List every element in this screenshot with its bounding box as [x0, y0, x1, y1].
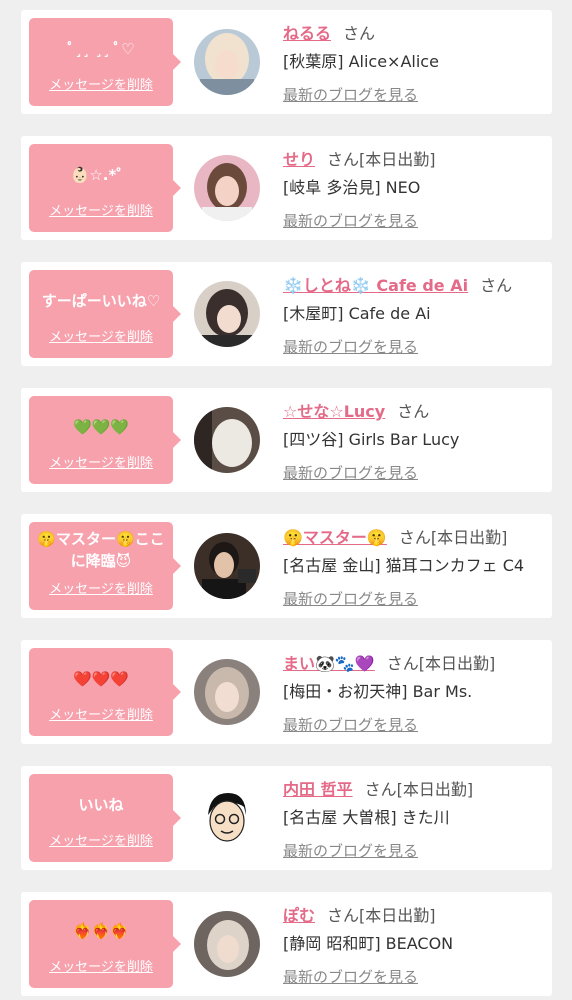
list-item: ❤️❤️❤️ メッセージを削除 まい🐼🐾💜 さん[本日出勤] [梅田・お初天神] … — [21, 640, 552, 744]
latest-blog-link[interactable]: 最新のブログを見る — [283, 966, 418, 987]
list-item: 🤫マスター🤫ここに降臨😈 メッセージを削除 🤫マスター🤫 さん[本日出勤] [名古… — [21, 514, 552, 618]
cast-name-link[interactable]: 内田 哲平 — [283, 780, 353, 799]
cast-name-link[interactable]: せり — [283, 150, 315, 169]
avatar[interactable] — [194, 533, 260, 599]
status-text: [本日出勤] — [359, 150, 436, 169]
message-text: ﾟ¸¸ ¸¸ ﾟ♡ — [67, 40, 135, 58]
delete-message-link[interactable]: メッセージを削除 — [29, 326, 173, 345]
latest-blog-link[interactable]: 最新のブログを見る — [283, 462, 418, 483]
avatar[interactable] — [194, 911, 260, 977]
shop-text: [木屋町] Cafe de Ai — [283, 304, 431, 323]
latest-blog-link[interactable]: 最新のブログを見る — [283, 714, 418, 735]
shop-text: [名古屋 金山] 猫耳コンカフェ C4 — [283, 556, 525, 575]
status-text: [本日出勤] — [418, 654, 496, 673]
message-bubble: ❤️‍🔥❤️‍🔥❤️‍🔥 メッセージを削除 — [29, 900, 181, 988]
honorific: さん — [364, 780, 397, 799]
message-bubble: ❤️❤️❤️ メッセージを削除 — [29, 648, 181, 736]
message-bubble: 👶🏻☆.*゜ メッセージを削除 — [29, 144, 181, 232]
list-item: 💚💚💚 メッセージを削除 ☆せな☆Lucy さん [四ツ谷] Girls Bar … — [21, 388, 552, 492]
honorific: さん — [397, 402, 430, 421]
avatar[interactable] — [194, 155, 260, 221]
message-text: すーぱーいいね♡ — [41, 292, 161, 310]
cast-name-link[interactable]: 🤫マスター🤫 — [283, 528, 387, 547]
message-bubble: ﾟ¸¸ ¸¸ ﾟ♡ メッセージを削除 — [29, 18, 181, 106]
shop-text: [四ツ谷] Girls Bar Lucy — [283, 430, 460, 449]
cast-name-link[interactable]: ❄️しとね❄️ Cafe de Ai — [283, 276, 468, 295]
message-bubble: すーぱーいいね♡ メッセージを削除 — [29, 270, 181, 358]
cast-name-link[interactable]: まい🐼🐾💜 — [283, 654, 375, 673]
shop-text: [名古屋 大曽根] きた川 — [283, 808, 450, 827]
delete-message-link[interactable]: メッセージを削除 — [29, 452, 173, 471]
honorific: さん — [343, 24, 376, 43]
delete-message-link[interactable]: メッセージを削除 — [29, 830, 173, 849]
message-text: 💚💚💚 — [72, 418, 130, 436]
latest-blog-link[interactable]: 最新のブログを見る — [283, 336, 418, 357]
message-text: ❤️❤️❤️ — [72, 670, 130, 688]
honorific: さん — [386, 654, 419, 673]
list-item: いいね メッセージを削除 内田 哲平 さん[本日出勤] [名古屋 大曽根] きた川… — [21, 766, 552, 870]
avatar[interactable] — [194, 785, 260, 851]
shop-text: [梅田・お初天神] Bar Ms. — [283, 682, 473, 701]
message-text: ❤️‍🔥❤️‍🔥❤️‍🔥 — [72, 922, 130, 940]
honorific: さん — [398, 528, 431, 547]
message-bubble: いいね メッセージを削除 — [29, 774, 181, 862]
list-item: すーぱーいいね♡ メッセージを削除 ❄️しとね❄️ Cafe de Ai さん [… — [21, 262, 552, 366]
delete-message-link[interactable]: メッセージを削除 — [29, 704, 173, 723]
shop-text: [秋葉原] Alice×Alice — [283, 52, 439, 71]
shop-text: [静岡 昭和町] BEACON — [283, 934, 454, 953]
message-text: 👶🏻☆.*゜ — [70, 166, 132, 184]
cast-name-link[interactable]: ねるる — [283, 24, 331, 43]
avatar[interactable] — [194, 407, 260, 473]
shop-text: [岐阜 多治見] NEO — [283, 178, 421, 197]
status-text: [本日出勤] — [359, 906, 436, 925]
honorific: さん — [327, 150, 360, 169]
delete-message-link[interactable]: メッセージを削除 — [29, 74, 173, 93]
honorific: さん — [480, 276, 513, 295]
latest-blog-link[interactable]: 最新のブログを見る — [283, 210, 418, 231]
list-item: 👶🏻☆.*゜ メッセージを削除 せり さん[本日出勤] [岐阜 多治見] NEO … — [21, 136, 552, 240]
list-item: ﾟ¸¸ ¸¸ ﾟ♡ メッセージを削除 ねるる さん [秋葉原] Alice×Ali… — [21, 10, 552, 114]
cast-name-link[interactable]: ぽむ — [283, 906, 315, 925]
delete-message-link[interactable]: メッセージを削除 — [29, 578, 173, 597]
status-text: [本日出勤] — [396, 780, 474, 799]
message-bubble: 🤫マスター🤫ここに降臨😈 メッセージを削除 — [29, 522, 181, 610]
avatar[interactable] — [194, 29, 260, 95]
latest-blog-link[interactable]: 最新のブログを見る — [283, 588, 418, 609]
honorific: さん — [327, 906, 360, 925]
delete-message-link[interactable]: メッセージを削除 — [29, 200, 173, 219]
cast-name-link[interactable]: ☆せな☆Lucy — [283, 402, 385, 421]
message-text: いいね — [78, 796, 124, 814]
delete-message-link[interactable]: メッセージを削除 — [29, 956, 173, 975]
avatar[interactable] — [194, 659, 260, 725]
latest-blog-link[interactable]: 最新のブログを見る — [283, 84, 418, 105]
latest-blog-link[interactable]: 最新のブログを見る — [283, 840, 418, 861]
avatar[interactable] — [194, 281, 260, 347]
message-text: 🤫マスター🤫ここに降臨😈 — [37, 530, 165, 570]
message-bubble: 💚💚💚 メッセージを削除 — [29, 396, 181, 484]
list-item: ❤️‍🔥❤️‍🔥❤️‍🔥 メッセージを削除 ぽむ さん[本日出勤] [静岡 昭和町… — [21, 892, 552, 996]
status-text: [本日出勤] — [430, 528, 508, 547]
